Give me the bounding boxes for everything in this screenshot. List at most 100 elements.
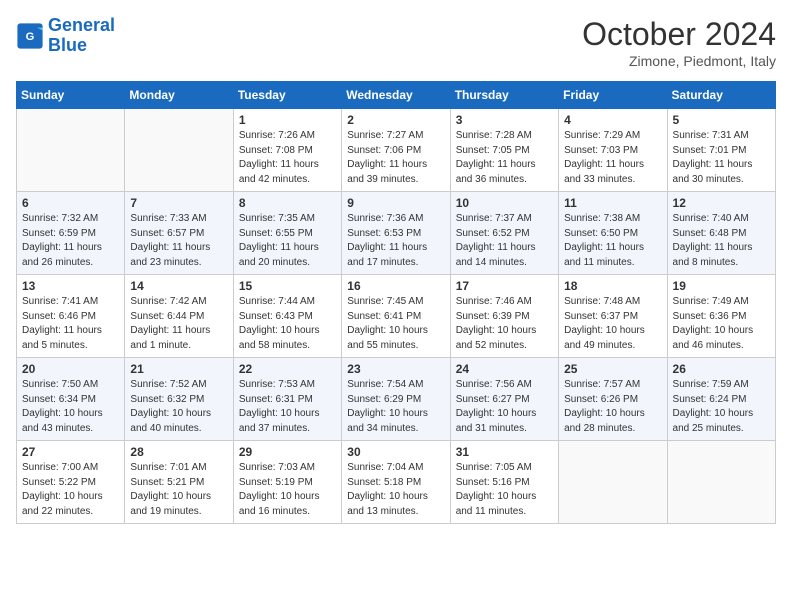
day-number: 8	[239, 196, 336, 210]
day-number: 29	[239, 445, 336, 459]
column-header-saturday: Saturday	[667, 82, 775, 109]
day-info: Sunrise: 7:52 AM Sunset: 6:32 PM Dayligh…	[130, 378, 227, 436]
calendar-cell: 19Sunrise: 7:49 AM Sunset: 6:36 PM Dayli…	[667, 275, 775, 358]
day-number: 7	[130, 196, 227, 210]
day-info: Sunrise: 7:29 AM Sunset: 7:03 PM Dayligh…	[564, 129, 661, 187]
svg-text:G: G	[26, 31, 35, 43]
calendar-cell: 18Sunrise: 7:48 AM Sunset: 6:37 PM Dayli…	[559, 275, 667, 358]
day-info: Sunrise: 7:31 AM Sunset: 7:01 PM Dayligh…	[673, 129, 770, 187]
logo-text: General Blue	[48, 16, 115, 56]
calendar-cell: 7 Sunrise: 7:33 AM Sunset: 6:57 PM Daylig…	[125, 192, 233, 275]
calendar-cell: 16 Sunrise: 7:45 AM Sunset: 6:41 PM Dayli…	[342, 275, 450, 358]
day-info: Sunrise: 7:03 AM Sunset: 5:19 PM Dayligh…	[239, 461, 336, 519]
day-info: Sunrise: 7:33 AM Sunset: 6:57 PM Dayligh…	[130, 212, 227, 270]
day-info: Sunrise: 7:45 AM Sunset: 6:41 PM Dayligh…	[347, 295, 444, 353]
day-info: Sunrise: 7:28 AM Sunset: 7:05 PM Dayligh…	[456, 129, 553, 187]
calendar-cell: 6 Sunrise: 7:32 AM Sunset: 6:59 PM Daylig…	[17, 192, 125, 275]
calendar-week-row: 27 Sunrise: 7:00 AM Sunset: 5:22 PM Dayli…	[17, 441, 776, 524]
day-info: Sunrise: 7:56 AM Sunset: 6:27 PM Dayligh…	[456, 378, 553, 436]
title-block: October 2024 Zimone, Piedmont, Italy	[582, 16, 776, 69]
day-info: Sunrise: 7:00 AM Sunset: 5:22 PM Dayligh…	[22, 461, 119, 519]
day-number: 28	[130, 445, 227, 459]
calendar-cell: 4 Sunrise: 7:29 AM Sunset: 7:03 PM Daylig…	[559, 109, 667, 192]
day-number: 30	[347, 445, 444, 459]
calendar-table: SundayMondayTuesdayWednesdayThursdayFrid…	[16, 81, 776, 524]
day-number: 16	[347, 279, 444, 293]
calendar-cell: 29 Sunrise: 7:03 AM Sunset: 5:19 PM Dayli…	[233, 441, 341, 524]
calendar-cell: 11Sunrise: 7:38 AM Sunset: 6:50 PM Dayli…	[559, 192, 667, 275]
day-number: 5	[673, 113, 770, 127]
logo-line2: Blue	[48, 35, 87, 55]
column-header-sunday: Sunday	[17, 82, 125, 109]
day-info: Sunrise: 7:54 AM Sunset: 6:29 PM Dayligh…	[347, 378, 444, 436]
column-header-thursday: Thursday	[450, 82, 558, 109]
day-info: Sunrise: 7:32 AM Sunset: 6:59 PM Dayligh…	[22, 212, 119, 270]
calendar-cell: 17Sunrise: 7:46 AM Sunset: 6:39 PM Dayli…	[450, 275, 558, 358]
day-info: Sunrise: 7:40 AM Sunset: 6:48 PM Dayligh…	[673, 212, 770, 270]
day-info: Sunrise: 7:57 AM Sunset: 6:26 PM Dayligh…	[564, 378, 661, 436]
calendar-cell: 20Sunrise: 7:50 AM Sunset: 6:34 PM Dayli…	[17, 358, 125, 441]
day-info: Sunrise: 7:04 AM Sunset: 5:18 PM Dayligh…	[347, 461, 444, 519]
calendar-cell	[17, 109, 125, 192]
day-info: Sunrise: 7:05 AM Sunset: 5:16 PM Dayligh…	[456, 461, 553, 519]
calendar-cell: 22 Sunrise: 7:53 AM Sunset: 6:31 PM Dayli…	[233, 358, 341, 441]
day-info: Sunrise: 7:27 AM Sunset: 7:06 PM Dayligh…	[347, 129, 444, 187]
day-info: Sunrise: 7:36 AM Sunset: 6:53 PM Dayligh…	[347, 212, 444, 270]
calendar-cell: 13Sunrise: 7:41 AM Sunset: 6:46 PM Dayli…	[17, 275, 125, 358]
logo-icon: G	[16, 22, 44, 50]
column-header-tuesday: Tuesday	[233, 82, 341, 109]
day-number: 12	[673, 196, 770, 210]
day-number: 9	[347, 196, 444, 210]
calendar-cell: 3Sunrise: 7:28 AM Sunset: 7:05 PM Daylig…	[450, 109, 558, 192]
day-info: Sunrise: 7:26 AM Sunset: 7:08 PM Dayligh…	[239, 129, 336, 187]
calendar-cell: 2Sunrise: 7:27 AM Sunset: 7:06 PM Daylig…	[342, 109, 450, 192]
day-number: 23	[347, 362, 444, 376]
calendar-cell: 15Sunrise: 7:44 AM Sunset: 6:43 PM Dayli…	[233, 275, 341, 358]
calendar-cell: 28 Sunrise: 7:01 AM Sunset: 5:21 PM Dayli…	[125, 441, 233, 524]
calendar-cell: 30 Sunrise: 7:04 AM Sunset: 5:18 PM Dayli…	[342, 441, 450, 524]
day-number: 17	[456, 279, 553, 293]
calendar-cell	[125, 109, 233, 192]
day-number: 20	[22, 362, 119, 376]
day-info: Sunrise: 7:48 AM Sunset: 6:37 PM Dayligh…	[564, 295, 661, 353]
calendar-cell	[559, 441, 667, 524]
calendar-cell: 24Sunrise: 7:56 AM Sunset: 6:27 PM Dayli…	[450, 358, 558, 441]
logo-line1: General	[48, 15, 115, 35]
calendar-cell: 23 Sunrise: 7:54 AM Sunset: 6:29 PM Dayli…	[342, 358, 450, 441]
day-info: Sunrise: 7:01 AM Sunset: 5:21 PM Dayligh…	[130, 461, 227, 519]
logo: G General Blue	[16, 16, 115, 56]
day-number: 15	[239, 279, 336, 293]
day-info: Sunrise: 7:53 AM Sunset: 6:31 PM Dayligh…	[239, 378, 336, 436]
column-header-friday: Friday	[559, 82, 667, 109]
calendar-week-row: 1 Sunrise: 7:26 AM Sunset: 7:08 PM Daylig…	[17, 109, 776, 192]
calendar-cell: 1 Sunrise: 7:26 AM Sunset: 7:08 PM Daylig…	[233, 109, 341, 192]
calendar-cell: 5 Sunrise: 7:31 AM Sunset: 7:01 PM Daylig…	[667, 109, 775, 192]
day-number: 1	[239, 113, 336, 127]
day-number: 21	[130, 362, 227, 376]
day-number: 31	[456, 445, 553, 459]
page-header: G General Blue October 2024 Zimone, Pied…	[16, 16, 776, 69]
calendar-week-row: 6 Sunrise: 7:32 AM Sunset: 6:59 PM Daylig…	[17, 192, 776, 275]
day-number: 11	[564, 196, 661, 210]
day-number: 19	[673, 279, 770, 293]
calendar-cell: 9 Sunrise: 7:36 AM Sunset: 6:53 PM Daylig…	[342, 192, 450, 275]
calendar-cell: 21 Sunrise: 7:52 AM Sunset: 6:32 PM Dayli…	[125, 358, 233, 441]
day-number: 26	[673, 362, 770, 376]
calendar-cell: 27 Sunrise: 7:00 AM Sunset: 5:22 PM Dayli…	[17, 441, 125, 524]
day-info: Sunrise: 7:42 AM Sunset: 6:44 PM Dayligh…	[130, 295, 227, 353]
calendar-cell: 8Sunrise: 7:35 AM Sunset: 6:55 PM Daylig…	[233, 192, 341, 275]
column-header-monday: Monday	[125, 82, 233, 109]
day-number: 4	[564, 113, 661, 127]
calendar-cell: 10 Sunrise: 7:37 AM Sunset: 6:52 PM Dayli…	[450, 192, 558, 275]
day-number: 10	[456, 196, 553, 210]
day-number: 27	[22, 445, 119, 459]
day-info: Sunrise: 7:59 AM Sunset: 6:24 PM Dayligh…	[673, 378, 770, 436]
day-number: 6	[22, 196, 119, 210]
calendar-cell: 31 Sunrise: 7:05 AM Sunset: 5:16 PM Dayli…	[450, 441, 558, 524]
calendar-week-row: 13Sunrise: 7:41 AM Sunset: 6:46 PM Dayli…	[17, 275, 776, 358]
day-info: Sunrise: 7:37 AM Sunset: 6:52 PM Dayligh…	[456, 212, 553, 270]
calendar-header-row: SundayMondayTuesdayWednesdayThursdayFrid…	[17, 82, 776, 109]
day-number: 25	[564, 362, 661, 376]
day-number: 22	[239, 362, 336, 376]
calendar-cell: 14Sunrise: 7:42 AM Sunset: 6:44 PM Dayli…	[125, 275, 233, 358]
